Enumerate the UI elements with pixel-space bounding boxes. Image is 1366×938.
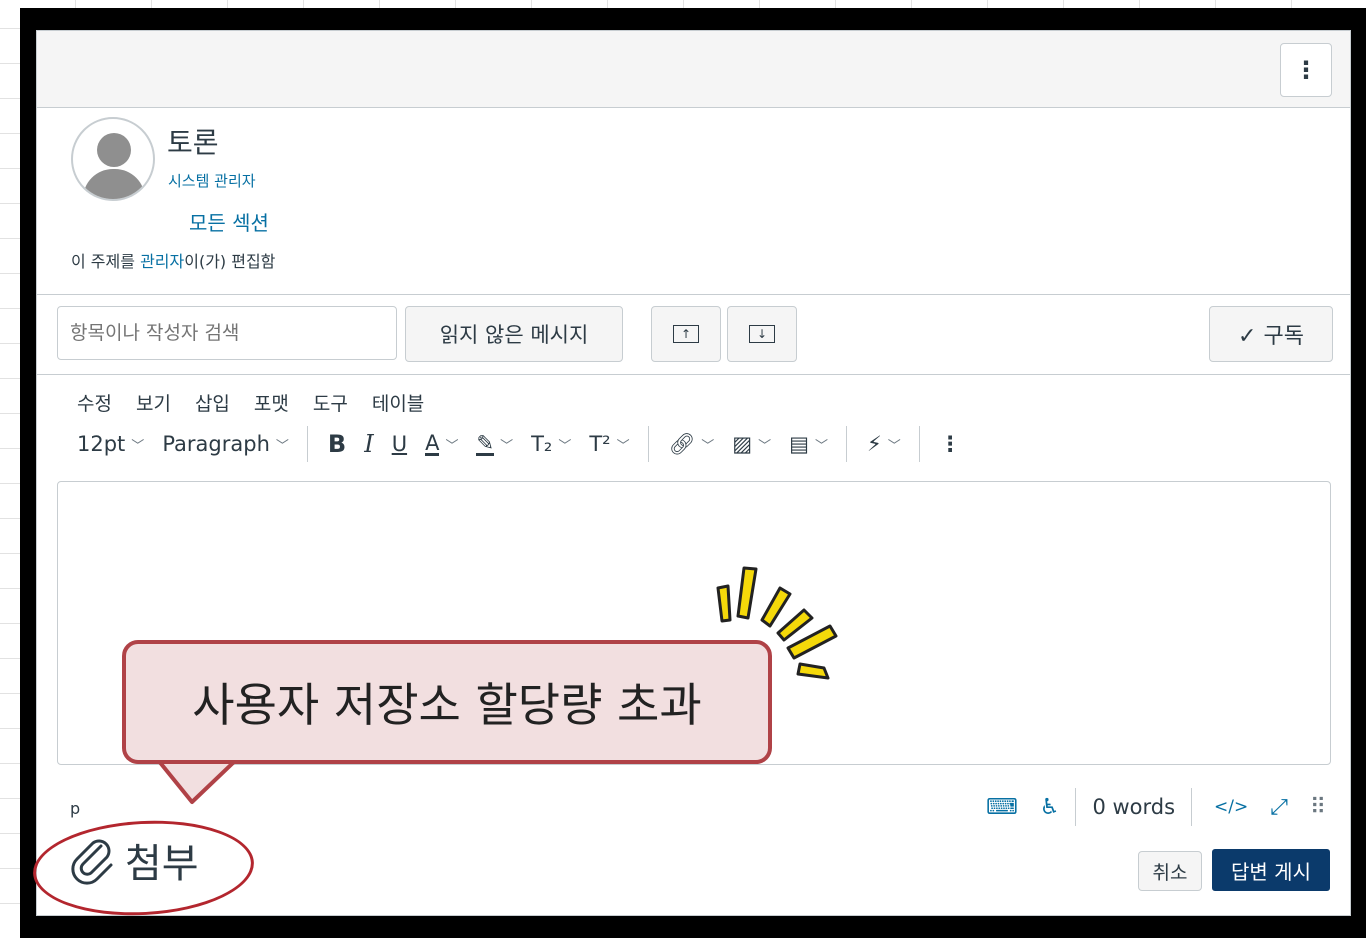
chevron-down-icon: ﹀ <box>815 438 829 454</box>
font-size-value: 12pt <box>77 432 126 456</box>
editor-statusbar: ⌨ ♿︎ 0 words </> ⤢ ⠿ <box>964 787 1326 827</box>
italic-button[interactable]: I <box>364 430 373 458</box>
divider <box>37 374 1350 375</box>
html-code-icon[interactable]: </> <box>1214 797 1248 817</box>
arrow-down-icon: ↓ <box>749 325 775 343</box>
accessibility-icon[interactable]: ♿︎ <box>1040 795 1060 820</box>
chevron-down-icon: ﹀ <box>131 438 145 454</box>
bold-icon: B <box>327 430 347 458</box>
author-role-link[interactable]: 시스템 관리자 <box>168 170 256 191</box>
fullscreen-icon[interactable]: ⤢ <box>1270 795 1288 820</box>
underline-icon: U <box>391 432 408 456</box>
plug-icon: ⚡︎ <box>867 432 882 456</box>
expand-button[interactable]: ↓ <box>727 306 797 362</box>
divider <box>37 294 1350 295</box>
menu-table[interactable]: 테이블 <box>372 389 424 416</box>
underline-button[interactable]: U <box>392 432 407 456</box>
chevron-down-icon: ﹀ <box>758 438 772 454</box>
subscript-icon: T₂ <box>531 432 553 456</box>
element-path: p <box>70 799 81 818</box>
collapse-button[interactable]: ↑ <box>651 306 721 362</box>
chevron-down-icon: ﹀ <box>701 438 715 454</box>
editor-format-toolbar: 12pt ﹀ Paragraph ﹀ B I U A ﹀ ✎ ﹀ T₂ ﹀ T² ﹀ 🔗︎ ﹀… <box>77 426 979 462</box>
menu-edit[interactable]: 수정 <box>77 389 112 416</box>
edited-by-text: 이 주제를 관리자이(가) 편집함 <box>71 248 275 272</box>
status-divider <box>1075 788 1077 826</box>
edited-prefix: 이 주제를 <box>71 252 141 271</box>
subscript-button[interactable]: T₂ ﹀ <box>531 432 571 456</box>
post-reply-button[interactable]: 답변 게시 <box>1212 849 1330 891</box>
link-button[interactable]: 🔗︎ ﹀ <box>669 432 715 457</box>
toolbar-divider <box>918 426 920 462</box>
menu-tools[interactable]: 도구 <box>313 389 348 416</box>
word-count[interactable]: 0 words <box>1092 795 1175 819</box>
kebab-icon: ⋮ <box>939 432 961 456</box>
chevron-down-icon: ﹀ <box>616 438 630 454</box>
block-format-value: Paragraph <box>162 432 270 456</box>
menu-view[interactable]: 보기 <box>136 389 171 416</box>
editor-menubar: 수정 보기 삽입 포맷 도구 테이블 <box>77 389 424 416</box>
toolbar-divider <box>647 426 649 462</box>
block-format-select[interactable]: Paragraph ﹀ <box>162 432 289 456</box>
toolbar-divider <box>846 426 848 462</box>
keyboard-icon[interactable]: ⌨ <box>986 795 1018 820</box>
superscript-icon: T² <box>589 432 611 456</box>
italic-icon: I <box>364 430 374 458</box>
chevron-down-icon: ﹀ <box>500 438 514 454</box>
quota-warning-callout: 사용자 저장소 할당량 초과 <box>122 640 772 764</box>
sections-link[interactable]: 모든 섹션 <box>189 207 269 236</box>
image-icon: ▨ <box>732 432 753 456</box>
font-size-select[interactable]: 12pt ﹀ <box>77 432 144 456</box>
discussion-header: ⋮ <box>37 31 1350 108</box>
avatar[interactable] <box>71 117 155 201</box>
cancel-button[interactable]: 취소 <box>1138 851 1202 891</box>
attention-burst-icon <box>716 566 838 680</box>
bold-button[interactable]: B <box>328 430 346 458</box>
menu-format[interactable]: 포맷 <box>254 389 289 416</box>
image-button[interactable]: ▨ ﹀ <box>732 432 771 456</box>
chevron-down-icon: ﹀ <box>558 438 572 454</box>
status-divider <box>1191 788 1193 826</box>
highlight-color-button[interactable]: ✎ ﹀ <box>476 430 514 456</box>
avatar-head-icon <box>97 133 131 167</box>
menu-insert[interactable]: 삽입 <box>195 389 230 416</box>
more-options-button[interactable]: ⋮ <box>1280 43 1332 97</box>
link-icon: 🔗︎ <box>668 431 696 456</box>
unread-filter-button[interactable]: 읽지 않은 메시지 <box>405 306 623 362</box>
edited-suffix: 이(가) 편집함 <box>184 252 276 271</box>
chevron-down-icon: ﹀ <box>275 438 289 454</box>
avatar-body-icon <box>83 169 145 199</box>
author-name: 토론 <box>167 126 219 159</box>
editor-link[interactable]: 관리자 <box>140 252 184 271</box>
chevron-down-icon: ﹀ <box>445 438 459 454</box>
document-button[interactable]: ▤ ﹀ <box>789 432 828 456</box>
toolbar-divider <box>306 426 308 462</box>
callout-tail <box>156 760 238 804</box>
search-input[interactable] <box>57 306 397 360</box>
chevron-down-icon: ﹀ <box>887 438 901 454</box>
highlight-circle <box>30 815 257 921</box>
superscript-button[interactable]: T² ﹀ <box>589 432 629 456</box>
plugin-button[interactable]: ⚡︎ ﹀ <box>867 432 901 456</box>
subscribe-button[interactable]: ✓ 구독 <box>1209 306 1333 362</box>
text-color-button[interactable]: A ﹀ <box>425 430 459 456</box>
document-icon: ▤ <box>789 432 809 456</box>
resize-handle-icon[interactable]: ⠿ <box>1310 795 1326 820</box>
more-tools-button[interactable]: ⋮ <box>940 432 961 456</box>
arrow-up-icon: ↑ <box>673 325 699 343</box>
text-color-icon: A <box>425 430 440 456</box>
highlighter-icon: ✎ <box>476 430 495 456</box>
